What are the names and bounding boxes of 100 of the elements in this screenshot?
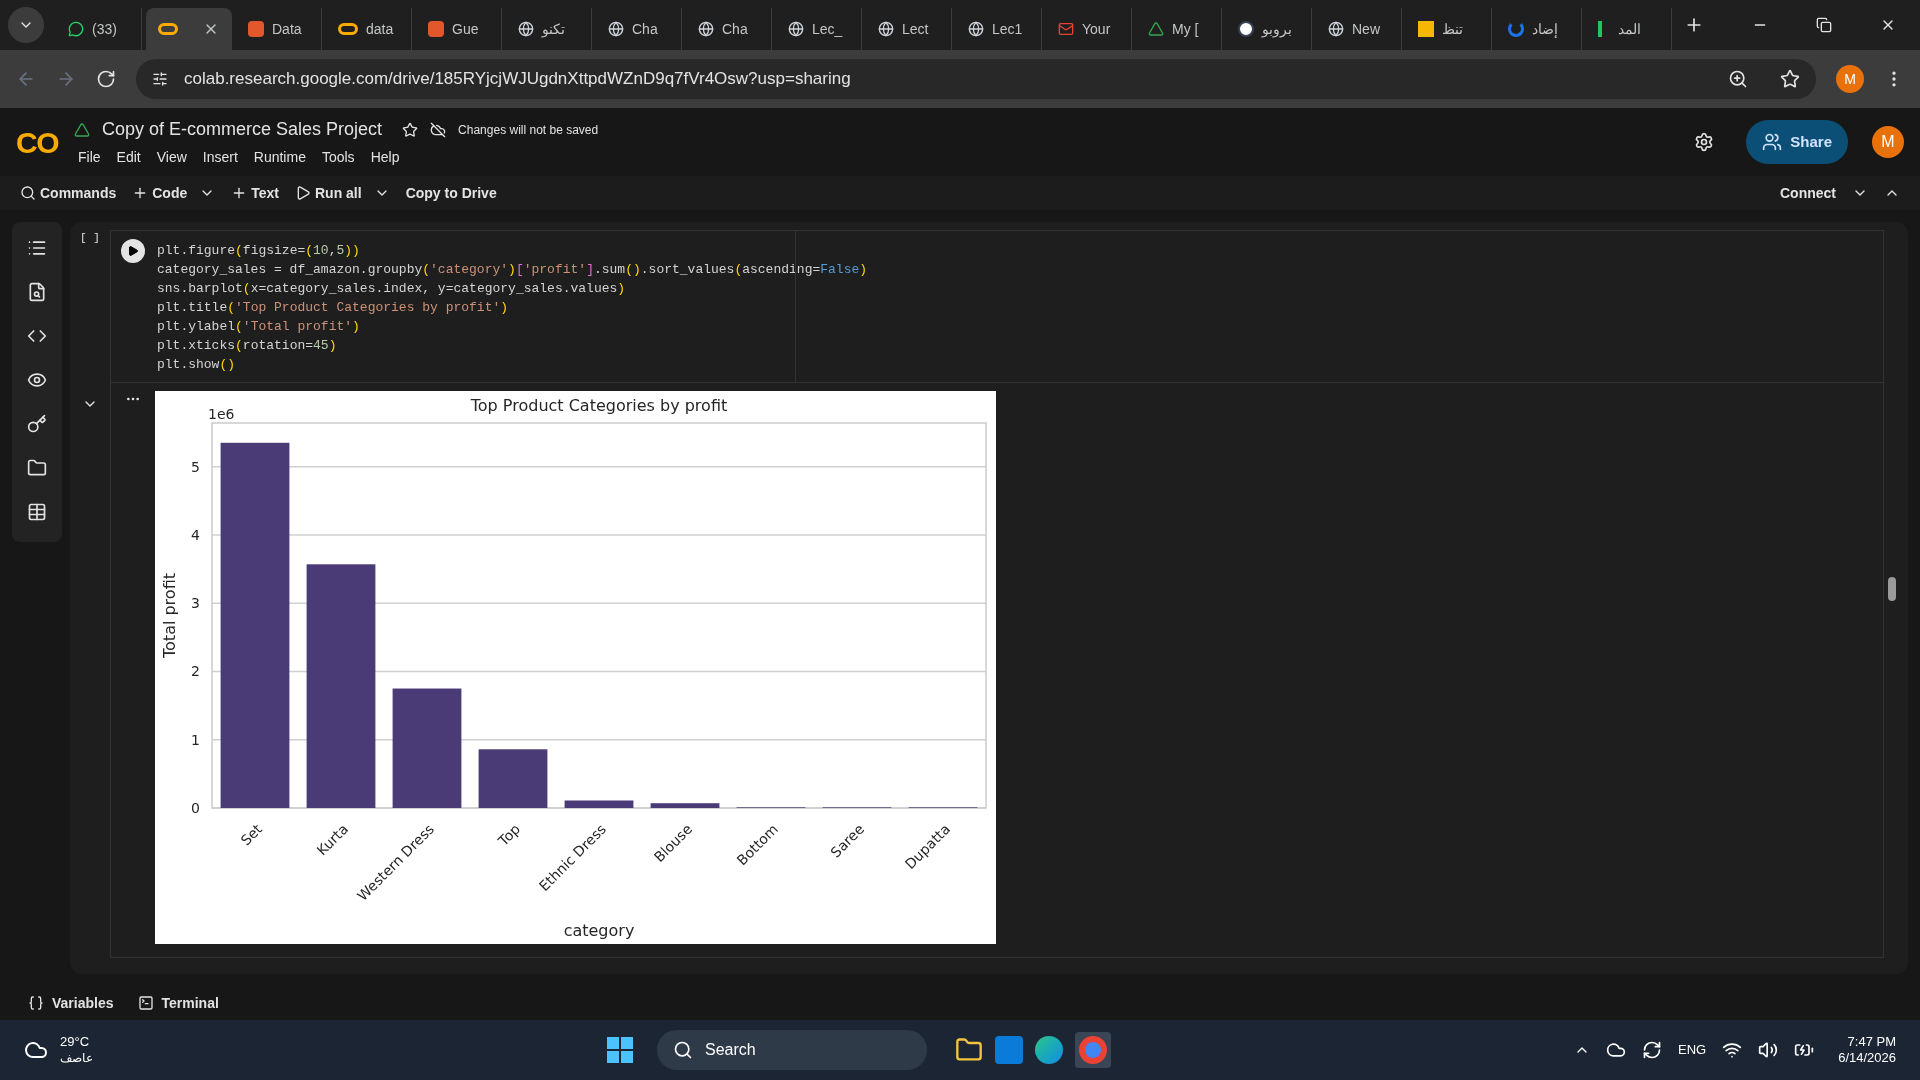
chart-title: Top Product Categories by profit — [470, 396, 728, 415]
run-button[interactable] — [121, 239, 145, 263]
bookmark-icon[interactable] — [1780, 69, 1800, 89]
temperature: 29°C — [60, 1034, 91, 1051]
url-text: colab.research.google.com/drive/185RYjcjWJUgdnXttpdWZnD9q7fVr4Osw?usp=sharing — [184, 68, 851, 91]
code-line: plt.xticks(rotation=45) — [157, 337, 338, 355]
save-status: Changes will not be saved — [458, 121, 599, 139]
x-axis-label: category — [563, 921, 635, 940]
y-tick-label: 5 — [191, 458, 200, 475]
cloud-off-icon — [430, 121, 447, 138]
scale-label: 1e6 — [208, 406, 235, 422]
file-search-icon[interactable] — [27, 282, 47, 302]
chat-icon — [68, 21, 84, 37]
cloud-icon[interactable] — [1606, 1040, 1626, 1060]
tab-title: Gue — [452, 19, 479, 39]
braces-icon — [28, 995, 44, 1011]
address-bar[interactable]: colab.research.google.com/drive/185RYjcjWJUgdnXttpdWZnD9q7fVr4Osw?usp=sharing — [136, 59, 1816, 99]
tab-title: data — [366, 19, 394, 39]
clock-date[interactable]: 6/14/2026 — [1838, 1050, 1896, 1067]
people-icon — [1762, 132, 1783, 152]
globe-icon — [788, 21, 804, 37]
play-icon — [127, 245, 139, 257]
menu-item[interactable]: Runtime — [253, 147, 306, 168]
y-tick-label: 4 — [191, 526, 200, 543]
x-tick-label: Top — [495, 820, 524, 849]
menu-item[interactable]: File — [78, 147, 101, 168]
toolbar-button[interactable]: Commands — [40, 182, 117, 204]
tab-title: Your — [1082, 19, 1111, 39]
tab-title: New — [1352, 19, 1380, 39]
globe-icon — [518, 21, 534, 37]
scrollbar-thumb[interactable] — [1888, 577, 1896, 601]
tab-title: Lec1 — [992, 19, 1023, 39]
bar — [650, 803, 720, 808]
zoom-icon[interactable] — [1728, 69, 1748, 89]
y-tick-label: 3 — [191, 595, 200, 612]
share-button[interactable]: Share — [1746, 120, 1848, 164]
site-settings-icon[interactable] — [152, 71, 168, 87]
wifi-icon[interactable] — [1722, 1040, 1743, 1060]
code-line: sns.barplot(x=category_sales.index, y=category_sales.values) — [157, 280, 627, 298]
menu-item[interactable]: View — [156, 147, 187, 168]
code-line: plt.show() — [157, 356, 237, 374]
tab-title: Cha — [632, 19, 658, 39]
restore-icon[interactable] — [1816, 17, 1832, 33]
play-icon — [295, 185, 311, 201]
drive-icon — [74, 121, 90, 138]
y-tick-label: 0 — [191, 800, 200, 816]
colab-icon — [158, 23, 178, 35]
key-icon[interactable] — [27, 414, 47, 434]
tab-title: (33) — [92, 19, 117, 39]
terminal-button[interactable]: Terminal — [161, 992, 219, 1014]
menu-item[interactable]: Insert — [202, 147, 238, 168]
terminal-icon — [137, 995, 154, 1011]
colab-logo[interactable]: CO — [16, 119, 58, 165]
tab-title: تكنو — [542, 19, 565, 40]
sync-icon[interactable] — [1642, 1040, 1662, 1060]
eye-icon[interactable] — [27, 370, 47, 390]
browser-icon[interactable] — [1035, 1036, 1063, 1064]
fox-icon — [248, 21, 264, 37]
toolbar-button[interactable]: Run all — [315, 182, 362, 204]
toolbar-button[interactable]: Text — [251, 182, 279, 204]
menu-item[interactable]: Tools — [321, 147, 355, 168]
settings-icon[interactable] — [1694, 132, 1715, 152]
folder-icon[interactable] — [955, 1036, 983, 1064]
weather-text: عاصف — [60, 1050, 93, 1066]
y-tick-label: 2 — [191, 663, 200, 680]
globe-icon — [968, 21, 984, 37]
notebook-title[interactable]: Copy of E-commerce Sales Project — [102, 116, 383, 143]
mail-icon — [1058, 21, 1074, 37]
chrome-icon[interactable] — [1075, 1032, 1111, 1068]
tab-list-button[interactable] — [8, 7, 44, 43]
swirl-icon — [1508, 21, 1524, 37]
reload-icon[interactable] — [96, 69, 116, 89]
globe-icon — [608, 21, 624, 37]
table-icon[interactable] — [27, 502, 47, 522]
language-indicator[interactable]: ENG — [1678, 1040, 1707, 1060]
menu-item[interactable]: Help — [370, 147, 400, 168]
toolbar-button[interactable]: Copy to Drive — [405, 182, 497, 204]
toolbar-button[interactable]: Code — [152, 182, 188, 204]
globe-icon — [1328, 21, 1344, 37]
taskbar-search[interactable]: Search — [657, 1030, 927, 1070]
folder-icon[interactable] — [27, 458, 47, 478]
bar — [564, 800, 634, 808]
connect-button[interactable]: Connect — [1780, 182, 1836, 204]
tab-title: بروبو — [1262, 19, 1292, 40]
list-icon[interactable] — [27, 238, 47, 258]
volume-icon[interactable] — [1758, 1040, 1779, 1060]
tab-title: My [ — [1172, 19, 1199, 39]
y-axis-label: Total profit — [160, 573, 179, 658]
search-icon — [20, 185, 36, 201]
menu-item[interactable]: Edit — [116, 147, 141, 168]
clock-time[interactable]: 7:47 PM — [1847, 1033, 1896, 1050]
tab-title: Lec_ — [812, 19, 843, 39]
tab-title: Data — [272, 19, 302, 39]
code-line: category_sales = df_amazon.groupby('category')['profit'].sum().sort_values(ascending=False) — [157, 261, 868, 279]
browser-tab[interactable] — [146, 8, 232, 50]
star-icon[interactable] — [402, 121, 419, 138]
windows-start-icon[interactable] — [607, 1037, 633, 1063]
fox-icon — [428, 21, 444, 37]
square-icon — [1418, 21, 1434, 37]
variables-button[interactable]: Variables — [52, 992, 114, 1014]
